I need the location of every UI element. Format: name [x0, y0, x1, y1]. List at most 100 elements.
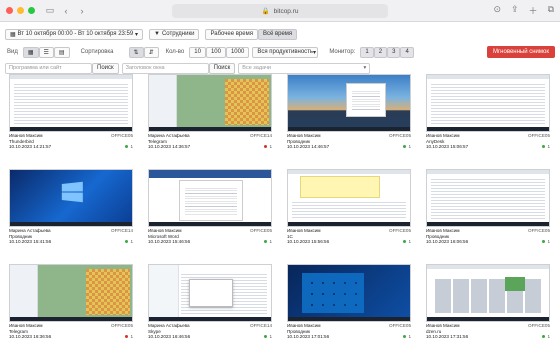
screenshot-card-4[interactable]: Иванов Максим OFFICE05 AnyDesk 10.10.202…	[426, 74, 550, 162]
thumbnail-content	[300, 176, 380, 198]
screenshot-thumbnail[interactable]	[426, 169, 550, 227]
user-name: Иванов Максим	[9, 133, 43, 138]
computer-name: OFFICE05	[250, 228, 272, 233]
screenshot-thumbnail[interactable]	[148, 264, 272, 322]
thumbnail-content	[427, 127, 549, 131]
filter-toolbar: ▦ Вт 10 октября 00:00 - Вт 10 октября 23…	[0, 24, 560, 44]
screenshot-card-11[interactable]: Иванов Максим OFFICE05 Проводник 10.10.2…	[287, 264, 411, 352]
date-range-select[interactable]: ▦ Вт 10 октября 00:00 - Вт 10 октября 23…	[5, 28, 143, 40]
thumbnail-content	[149, 170, 271, 178]
productivity-select[interactable]: Вся продуктивность ▾	[252, 46, 319, 58]
thumbnail-content	[431, 82, 545, 125]
status-indicator: 1	[542, 239, 550, 245]
download-icon[interactable]: ⊙	[493, 4, 501, 17]
thumbnail-content	[149, 222, 271, 226]
screenshot-time: 10.10.2023 16:46:56	[148, 334, 191, 340]
computer-name: OFFICE05	[111, 323, 133, 328]
status-dot-icon	[125, 145, 129, 149]
share-icon[interactable]: ⇪	[511, 4, 519, 17]
status-indicator: 1	[542, 334, 550, 340]
new-tab-icon[interactable]: ＋	[529, 4, 538, 17]
computer-name: OFFICE05	[389, 228, 411, 233]
count-100-button[interactable]: 100	[205, 46, 226, 58]
browser-toolbar: ▭ ‹ › 🔒 bitcop.ru ⊙ ⇪ ＋ ⧉	[0, 0, 560, 22]
status-dot-icon	[403, 240, 407, 244]
computer-name: OFFICE05	[111, 133, 133, 138]
status-dot-icon	[125, 335, 129, 339]
user-name: Марина Астафьева	[9, 228, 51, 233]
screenshot-card-9[interactable]: Иванов Максим OFFICE05 Telegram 10.10.20…	[9, 264, 133, 352]
screenshot-thumbnail[interactable]	[287, 74, 411, 132]
instant-snapshot-button[interactable]: Мгновенный снимок	[486, 46, 555, 58]
sort-asc-button[interactable]: ⇅	[128, 46, 144, 58]
monitor-2-button[interactable]: 2	[373, 46, 388, 58]
monitor-1-button[interactable]: 1	[360, 46, 374, 58]
screenshot-thumbnail[interactable]	[9, 169, 133, 227]
thumbnail-content	[61, 182, 83, 203]
screenshot-card-3[interactable]: Иванов Максим OFFICE05 Проводник 10.10.2…	[287, 74, 411, 162]
screenshot-thumbnail[interactable]	[9, 74, 133, 132]
compact-view-button[interactable]: ▤	[53, 46, 70, 58]
screenshot-card-2[interactable]: Марина Астафьева OFFICE14 Telegram 10.10…	[148, 74, 272, 162]
screenshot-thumbnail[interactable]	[426, 74, 550, 132]
close-window-button[interactable]	[6, 7, 13, 14]
tasks-select[interactable]: Все задачи ▾	[238, 62, 371, 74]
screenshot-count: 1	[269, 144, 272, 150]
thumbnail-content	[149, 317, 271, 321]
address-bar[interactable]: 🔒 bitcop.ru	[172, 4, 388, 18]
screenshot-time: 10.10.2023 15:56:56	[287, 239, 330, 245]
window-title-input[interactable]: Заголовок окна	[121, 62, 209, 74]
count-10-button[interactable]: 10	[189, 46, 206, 58]
screenshot-thumbnail[interactable]	[9, 264, 133, 322]
screenshot-time: 10.10.2023 14:21:57	[9, 144, 52, 150]
minimize-window-button[interactable]	[17, 7, 24, 14]
status-indicator: 1	[125, 144, 133, 150]
screenshot-card-1[interactable]: Иванов Максим OFFICE05 Thunderbird 10.10…	[9, 74, 133, 162]
chevron-down-icon: ▾	[363, 65, 367, 71]
sort-label: Сортировка	[80, 49, 114, 55]
thumbnail-content	[10, 265, 38, 321]
thumbnail-content	[14, 82, 128, 125]
tabs-icon[interactable]: ⧉	[548, 4, 554, 17]
status-indicator: 1	[264, 334, 272, 340]
status-indicator: 1	[403, 144, 411, 150]
screenshot-thumbnail[interactable]	[148, 169, 272, 227]
maximize-window-button[interactable]	[28, 7, 35, 14]
date-range-text: Вт 10 октября 00:00 - Вт 10 октября 23:5…	[17, 31, 134, 37]
sidebar-icon[interactable]: ▭	[43, 4, 57, 18]
screenshot-card-5[interactable]: Марина Астафьева OFFICE14 Проводник 10.1…	[9, 169, 133, 257]
sort-desc-button[interactable]: ⇵	[143, 46, 159, 58]
screenshot-card-7[interactable]: Иванов Максим OFFICE05 1С 10.10.2023 15:…	[287, 169, 411, 257]
screenshot-thumbnail[interactable]	[148, 74, 272, 132]
back-icon[interactable]: ‹	[59, 4, 73, 18]
status-indicator: 1	[264, 144, 272, 150]
all-time-button[interactable]: Всё время	[257, 28, 298, 40]
screenshot-card-12[interactable]: Иванов Максим OFFICE05 dzen.ru 10.10.202…	[426, 264, 550, 352]
screenshot-card-8[interactable]: Иванов Максим OFFICE05 Проводник 10.10.2…	[426, 169, 550, 257]
employees-button[interactable]: ▼ Сотрудники	[149, 28, 200, 40]
monitor-3-button[interactable]: 3	[387, 46, 401, 58]
window-title-search-button[interactable]: Поиск	[208, 62, 236, 74]
screenshot-thumbnail[interactable]	[287, 264, 411, 322]
productivity-text: Вся продуктивность	[257, 49, 314, 55]
thumbnail-content	[225, 79, 269, 125]
thumbnail-content	[179, 180, 243, 221]
list-view-button[interactable]: ☰	[38, 46, 54, 58]
monitor-4-button[interactable]: 4	[400, 46, 414, 58]
screenshot-card-6[interactable]: Иванов Максим OFFICE05 Microsoft Word 10…	[148, 169, 272, 257]
program-search-button[interactable]: Поиск	[92, 62, 119, 74]
screenshot-thumbnail[interactable]	[287, 169, 411, 227]
computer-name: OFFICE14	[250, 133, 272, 138]
computer-name: OFFICE14	[111, 228, 133, 233]
screenshot-card-10[interactable]: Марина Астафьева OFFICE14 Skype 10.10.20…	[148, 264, 272, 352]
forward-icon[interactable]: ›	[75, 4, 89, 18]
screenshot-time: 10.10.2023 16:06:56	[426, 239, 469, 245]
program-search-input[interactable]: Программа или сайт	[5, 62, 92, 74]
screenshot-thumbnail[interactable]	[426, 264, 550, 322]
count-1000-button[interactable]: 1000	[225, 46, 250, 58]
screenshot-time: 10.10.2023 15:06:57	[426, 144, 469, 150]
thumbnail-content	[288, 222, 410, 226]
screenshot-count: 1	[547, 239, 550, 245]
grid-view-button[interactable]: ▦	[22, 46, 39, 58]
work-time-button[interactable]: Рабочее время	[205, 28, 258, 40]
